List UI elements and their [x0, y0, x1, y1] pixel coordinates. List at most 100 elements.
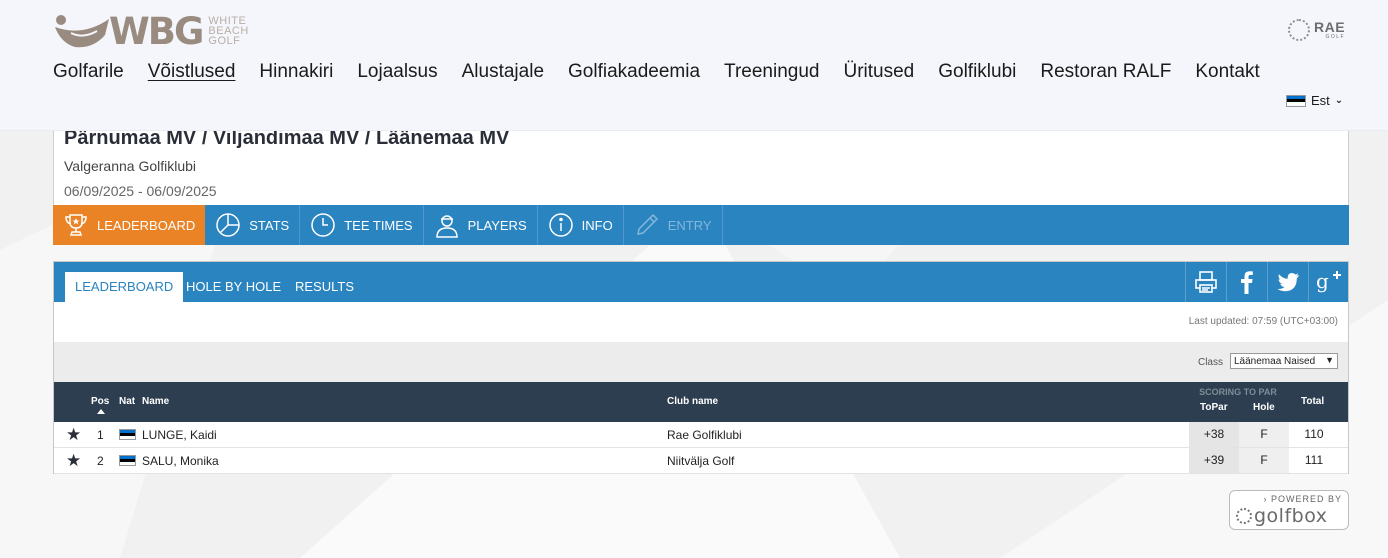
- golfbox-wordmark: golfbox: [1254, 505, 1328, 527]
- col-total: Total: [1301, 396, 1325, 407]
- col-club: Club name: [667, 396, 719, 407]
- logo-sub-line: GOLF: [208, 35, 241, 47]
- rae-subtext: GOLF: [1325, 34, 1346, 40]
- nav-uritused[interactable]: Üritused: [843, 60, 914, 84]
- class-label: Class: [1197, 357, 1223, 368]
- tab-players[interactable]: PLAYERS: [424, 205, 538, 245]
- col-topar: ToPar: [1200, 402, 1228, 413]
- rae-text: RAE: [1314, 19, 1346, 35]
- tab-leaderboard[interactable]: LEADERBOARD: [53, 205, 206, 245]
- estonia-flag-icon: [119, 455, 136, 466]
- row-hole: F: [1239, 422, 1289, 447]
- tab-label: PLAYERS: [467, 217, 527, 233]
- info-icon: [548, 213, 573, 237]
- tab-tee-times[interactable]: TEE TIMES: [300, 205, 424, 245]
- row-total: 111: [1304, 453, 1324, 467]
- rae-wordmark: RAE GOLF: [1314, 20, 1345, 40]
- row-pos: 1: [97, 428, 104, 442]
- estonia-flag-icon: [1286, 94, 1306, 107]
- table-row[interactable]: ★ 1 LUNGE, Kaidi Rae Golfiklubi +38 F 11…: [54, 422, 1348, 448]
- estonia-flag-icon: [119, 429, 136, 440]
- wbg-logo[interactable]: WBG WHITE BEACH GOLF: [53, 12, 249, 50]
- powered-by-text: POWERED BY: [1270, 494, 1342, 504]
- main-nav: Golfarile Võistlused Hinnakiri Lojaalsus…: [53, 60, 1260, 84]
- tab-stats[interactable]: STATS: [205, 205, 301, 245]
- rae-golf-logo[interactable]: RAE GOLF: [1288, 19, 1345, 41]
- table-header: Pos Nat Name Club name SCORING TO PAR To…: [54, 382, 1348, 422]
- language-selector[interactable]: Est ⌄: [1286, 93, 1343, 108]
- class-filter-bar: Class Läänemaa Naised ▼: [54, 342, 1348, 382]
- tab-label: STATS: [249, 217, 290, 233]
- table-row[interactable]: ★ 2 SALU, Monika Niitvälja Golf +39 F 11…: [54, 448, 1348, 474]
- tab-info[interactable]: INFO: [538, 205, 624, 245]
- row-pos: 2: [97, 454, 104, 468]
- trophy-icon: [65, 214, 87, 236]
- twitter-icon: [1277, 273, 1299, 292]
- row-topar: +38: [1189, 422, 1239, 447]
- row-total: 110: [1304, 427, 1324, 441]
- nav-golfarile[interactable]: Golfarile: [53, 60, 124, 84]
- clock-icon: [311, 213, 335, 237]
- tab-label: TEE TIMES: [344, 217, 413, 233]
- event-dates: 06/09/2025 - 06/09/2025: [64, 183, 217, 199]
- col-pos[interactable]: Pos: [91, 396, 109, 407]
- row-club: Niitvälja Golf: [667, 454, 735, 468]
- pencil-icon: [636, 213, 658, 235]
- class-selected-value: Läänemaa Naised: [1234, 355, 1316, 367]
- tab-label: LEADERBOARD: [97, 217, 196, 233]
- nav-restoran-ralf[interactable]: Restoran RALF: [1040, 60, 1171, 84]
- favorite-star-icon[interactable]: ★: [66, 451, 81, 471]
- row-player-name[interactable]: LUNGE, Kaidi: [142, 428, 217, 442]
- event-club: Valgeranna Golfiklubi: [64, 158, 197, 174]
- chevron-down-icon: ▼: [1325, 355, 1334, 365]
- site-header: WBG WHITE BEACH GOLF RAE GOLF Golfarile …: [0, 0, 1388, 131]
- golf-ball-icon: [1288, 19, 1310, 41]
- facebook-share-button[interactable]: [1226, 262, 1266, 302]
- sort-ascending-icon: [97, 409, 105, 414]
- nav-golfiklubi[interactable]: Golfiklubi: [938, 60, 1016, 84]
- logo-wordmark: WBG: [109, 9, 204, 53]
- google-plus-share-button[interactable]: g: [1308, 262, 1348, 302]
- col-nat: Nat: [119, 396, 136, 407]
- col-name: Name: [142, 396, 170, 407]
- last-updated: Last updated: 07:59 (UTC+03:00): [1188, 316, 1338, 327]
- svg-text:g: g: [1316, 269, 1329, 293]
- facebook-icon: [1240, 271, 1253, 294]
- powered-by-golfbox[interactable]: › POWERED BY golfbox: [1229, 490, 1349, 530]
- row-topar: +39: [1189, 448, 1239, 473]
- twitter-share-button[interactable]: [1267, 262, 1307, 302]
- nav-kontakt[interactable]: Kontakt: [1195, 60, 1259, 84]
- print-button[interactable]: [1185, 262, 1225, 302]
- player-icon: [435, 215, 458, 238]
- leaderboard-panel: LEADERBOARD HOLE BY HOLE RESULTS g Last …: [53, 261, 1349, 474]
- col-hole: Hole: [1253, 402, 1275, 413]
- subtab-leaderboard[interactable]: LEADERBOARD: [65, 272, 184, 302]
- logo-subtitle: WHITE BEACH GOLF: [208, 16, 248, 47]
- golfer-logo-icon: [55, 15, 109, 48]
- nav-lojaalsus[interactable]: Lojaalsus: [357, 60, 437, 84]
- powered-by-label: › POWERED BY: [1263, 494, 1342, 504]
- event-tabs: LEADERBOARD STATS TEE TIMES PLAYERS INFO: [53, 205, 1349, 245]
- nav-golfiakadeemia[interactable]: Golfiakadeemia: [568, 60, 700, 84]
- leaderboard-subtabs: LEADERBOARD HOLE BY HOLE RESULTS g: [54, 262, 1348, 302]
- google-plus-icon: g: [1316, 269, 1341, 293]
- favorite-star-icon[interactable]: ★: [66, 425, 81, 445]
- row-club: Rae Golfiklubi: [667, 428, 742, 442]
- row-player-name[interactable]: SALU, Monika: [142, 454, 219, 468]
- golf-ball-icon: [1236, 508, 1252, 524]
- nav-alustajale[interactable]: Alustajale: [462, 60, 544, 84]
- language-label: Est: [1311, 93, 1330, 108]
- col-scoring-group: SCORING TO PAR: [1199, 387, 1277, 397]
- pie-chart-icon: [216, 213, 240, 237]
- tab-entry: ENTRY: [624, 205, 723, 245]
- subtab-results[interactable]: RESULTS: [285, 272, 364, 302]
- row-hole: F: [1239, 448, 1289, 473]
- print-icon: [1194, 271, 1217, 293]
- nav-hinnakiri[interactable]: Hinnakiri: [259, 60, 333, 84]
- class-select[interactable]: Läänemaa Naised ▼: [1230, 353, 1338, 369]
- nav-voistlused[interactable]: Võistlused: [148, 60, 236, 84]
- chevron-down-icon: ⌄: [1334, 95, 1344, 106]
- tab-label: ENTRY: [667, 217, 712, 233]
- nav-treeningud[interactable]: Treeningud: [724, 60, 819, 84]
- subtab-hole-by-hole[interactable]: HOLE BY HOLE: [176, 272, 291, 302]
